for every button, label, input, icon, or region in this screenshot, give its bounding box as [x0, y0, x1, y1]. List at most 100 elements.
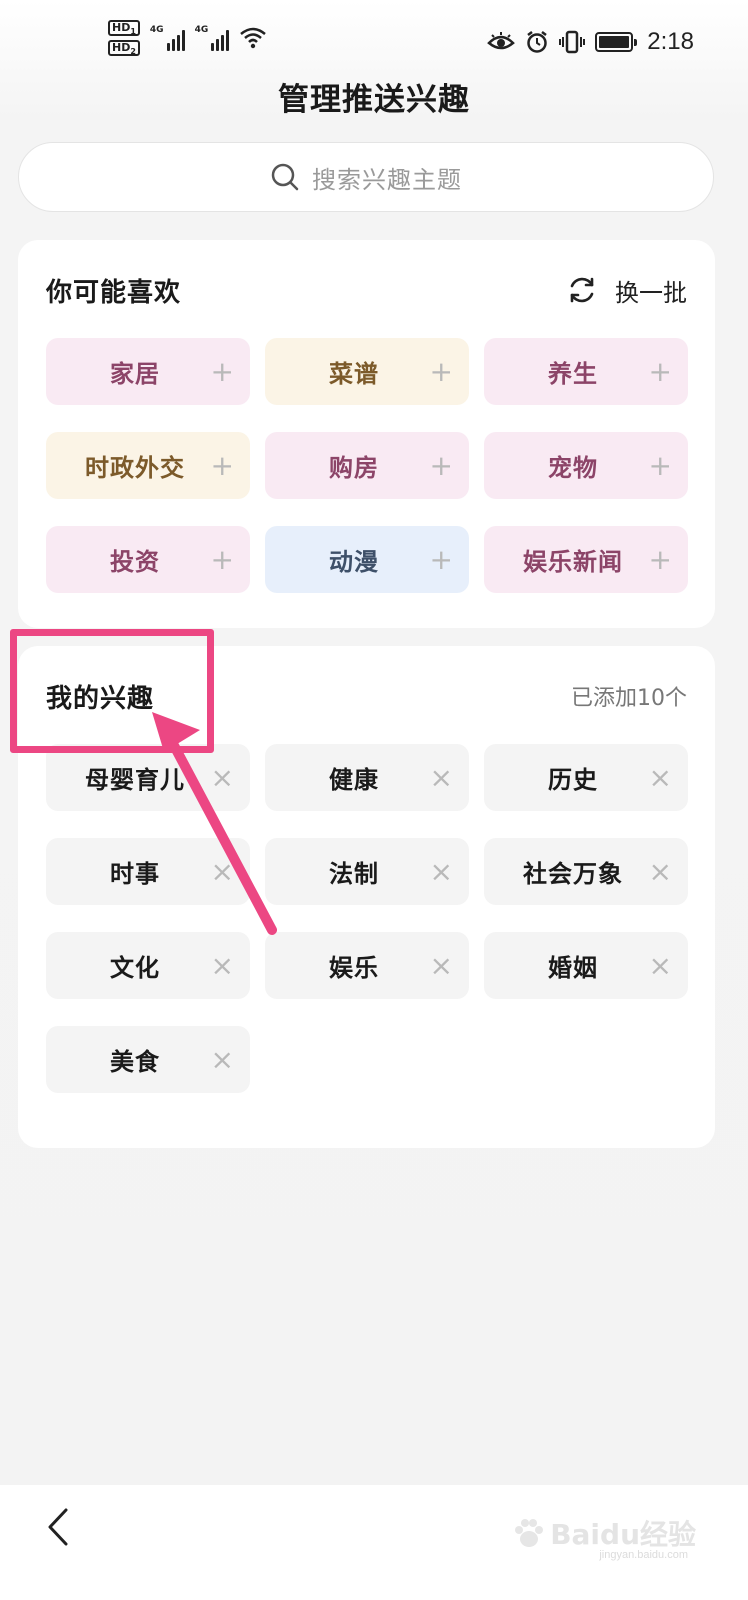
net2-label: 4G — [194, 25, 209, 35]
clock: 2:18 — [647, 28, 694, 55]
add-icon[interactable]: + — [211, 357, 234, 386]
status-bar: HD1 HD2 4G 4G 2:18 — [0, 0, 748, 80]
remove-icon[interactable]: × — [211, 1045, 234, 1074]
search-bar[interactable]: 搜索兴趣主题 — [18, 142, 714, 212]
hd1-sub: 1 — [130, 27, 136, 37]
suggested-tag[interactable]: 投资 + — [46, 526, 250, 593]
suggested-tag-label: 购房 — [329, 454, 379, 482]
add-icon[interactable]: + — [430, 451, 453, 480]
my-interest-tag-label: 法制 — [329, 860, 379, 888]
remove-icon[interactable]: × — [430, 857, 453, 886]
search-icon — [271, 163, 299, 191]
signal-bar — [226, 30, 230, 51]
hd2-text: HD — [112, 41, 131, 54]
remove-icon[interactable]: × — [649, 857, 672, 886]
my-interest-tag[interactable]: 美食 × — [46, 1026, 250, 1093]
my-interest-tag-label: 文化 — [110, 954, 160, 982]
bottom-nav-bar: Baidu经验 jingyan.baidu.com — [0, 1485, 748, 1600]
remove-icon[interactable]: × — [211, 951, 234, 980]
add-icon[interactable]: + — [211, 545, 234, 574]
signal-bar — [166, 43, 170, 51]
suggested-tag[interactable]: 家居 + — [46, 338, 250, 405]
my-interest-tag[interactable]: 历史 × — [484, 744, 688, 811]
suggested-tag-label: 宠物 — [548, 454, 598, 482]
signal-bar — [216, 39, 220, 51]
suggested-tag-label: 投资 — [110, 548, 160, 576]
remove-icon[interactable]: × — [649, 951, 672, 980]
signal-bar — [176, 35, 180, 51]
remove-icon[interactable]: × — [430, 951, 453, 980]
watermark-brand: Baidu经验 — [550, 1518, 696, 1551]
eye-comfort-icon — [487, 32, 516, 50]
hd2-sub: 2 — [130, 47, 136, 57]
my-interest-tag[interactable]: 时事 × — [46, 838, 250, 905]
screen: HD1 HD2 4G 4G 2:18 管理推送兴趣 搜索兴趣主题 你可能喜欢 换… — [0, 0, 748, 1600]
signal-1-icon: 4G — [150, 25, 185, 51]
my-interest-tag-label: 社会万象 — [523, 860, 623, 888]
status-right: 2:18 — [487, 28, 694, 56]
added-count: 已添加10个 — [571, 686, 687, 711]
my-interest-tag-label: 美食 — [110, 1048, 160, 1076]
my-interest-tag-label: 母婴育儿 — [85, 766, 185, 794]
add-icon[interactable]: + — [211, 451, 234, 480]
add-icon[interactable]: + — [649, 357, 672, 386]
hd-indicators: HD1 HD2 — [108, 20, 140, 56]
add-icon[interactable]: + — [430, 545, 453, 574]
watermark: Baidu经验 — [512, 1513, 696, 1553]
watermark-site: jingyan.baidu.com — [599, 1549, 688, 1561]
remove-icon[interactable]: × — [430, 763, 453, 792]
vibrate-icon — [559, 30, 586, 54]
battery-icon — [595, 32, 638, 52]
suggested-tag-label: 家居 — [110, 360, 160, 388]
signal-bar — [181, 30, 185, 51]
baidu-paw-icon — [515, 1519, 544, 1547]
my-interest-tag[interactable]: 文化 × — [46, 932, 250, 999]
refresh-label[interactable]: 换一批 — [615, 273, 687, 308]
net1-label: 4G — [149, 25, 164, 35]
search-placeholder[interactable]: 搜索兴趣主题 — [312, 160, 462, 195]
status-left: HD1 HD2 4G 4G — [108, 20, 267, 56]
suggested-tag-label: 养生 — [548, 360, 598, 388]
add-icon[interactable]: + — [430, 357, 453, 386]
suggested-tag-grid: 家居 + 菜谱 + 养生 + 时政外交 + 购房 + 宠物 + 投资 + 动漫 + 娱乐新闻 + — [46, 338, 688, 593]
page-title: 管理推送兴趣 — [278, 82, 470, 118]
remove-icon[interactable]: × — [211, 763, 234, 792]
suggested-tag[interactable]: 养生 + — [484, 338, 688, 405]
my-interest-tag[interactable]: 健康 × — [265, 744, 469, 811]
suggested-tag[interactable]: 时政外交 + — [46, 432, 250, 499]
remove-icon[interactable]: × — [649, 763, 672, 792]
my-interest-tag[interactable]: 社会万象 × — [484, 838, 688, 905]
hd2-icon: HD2 — [108, 40, 140, 56]
signal-2-icon: 4G — [195, 25, 230, 51]
signal-bar — [221, 35, 225, 51]
my-interest-tag[interactable]: 婚姻 × — [484, 932, 688, 999]
my-interest-tag[interactable]: 母婴育儿 × — [46, 744, 250, 811]
remove-icon[interactable]: × — [211, 857, 234, 886]
signal-bar — [211, 43, 215, 51]
suggested-tag[interactable]: 购房 + — [265, 432, 469, 499]
suggested-tag[interactable]: 菜谱 + — [265, 338, 469, 405]
suggested-tag[interactable]: 娱乐新闻 + — [484, 526, 688, 593]
refresh-icon — [570, 277, 594, 303]
suggested-header: 你可能喜欢 换一批 — [46, 270, 687, 310]
suggested-tag-label: 娱乐新闻 — [523, 548, 623, 576]
suggested-tag[interactable]: 动漫 + — [265, 526, 469, 593]
my-interest-tag-label: 健康 — [329, 766, 379, 794]
my-interests-tag-grid: 母婴育儿 × 健康 × 历史 × 时事 × 法制 × 社会万象 × 文化 × 娱乐 × 婚姻 × 美食 × — [46, 744, 688, 1093]
hd1-text: HD — [112, 21, 131, 34]
alarm-icon — [527, 31, 548, 53]
my-interest-tag-label: 娱乐 — [329, 954, 379, 982]
suggested-tag[interactable]: 宠物 + — [484, 432, 688, 499]
add-icon[interactable]: + — [649, 451, 672, 480]
annotation-highlight-box — [10, 629, 214, 753]
wifi-icon — [240, 27, 267, 49]
add-icon[interactable]: + — [649, 545, 672, 574]
back-icon[interactable] — [42, 1507, 78, 1547]
my-interest-tag[interactable]: 娱乐 × — [265, 932, 469, 999]
hd1-icon: HD1 — [108, 20, 140, 36]
suggested-tag-label: 菜谱 — [329, 360, 379, 388]
my-interest-tag[interactable]: 法制 × — [265, 838, 469, 905]
refresh-button[interactable]: 换一批 — [567, 273, 687, 308]
suggested-title: 你可能喜欢 — [46, 277, 182, 308]
my-interest-tag-label: 婚姻 — [548, 954, 598, 982]
